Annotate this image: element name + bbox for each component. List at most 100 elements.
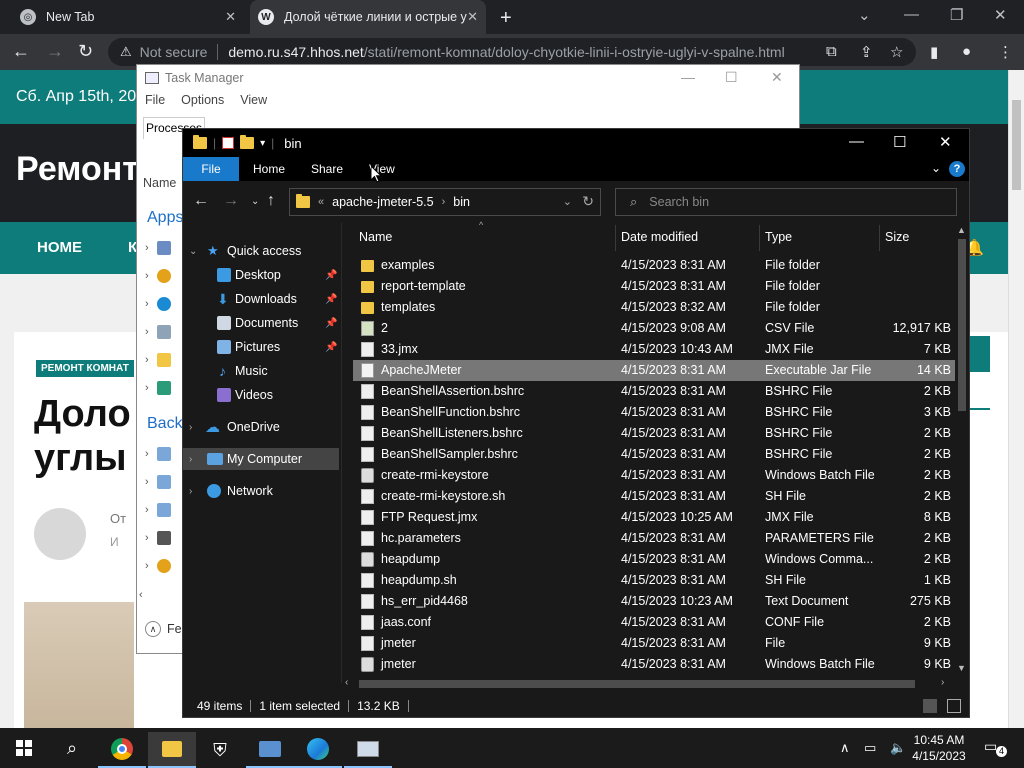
scroll-left-icon[interactable]: ‹ <box>345 677 348 688</box>
nav-pictures[interactable]: Pictures 📌 <box>183 336 339 358</box>
minimize-icon[interactable]: — <box>849 133 864 150</box>
breadcrumb-item[interactable]: bin <box>453 195 470 209</box>
edge-taskbar-icon[interactable] <box>294 732 342 768</box>
security-label[interactable]: Not secure <box>140 44 208 60</box>
nav-music[interactable]: ♪ Music <box>183 360 339 382</box>
remote-desktop-taskbar-icon[interactable] <box>246 732 294 768</box>
address-bar[interactable]: ⚠ Not secure demo.ru.s47.hhos.net/stati/… <box>108 38 916 66</box>
new-tab-icon[interactable]: + <box>500 7 512 30</box>
file-row[interactable]: 2 4/15/2023 9:08 AM CSV File 12,917 KB <box>353 318 955 339</box>
nav-downloads[interactable]: ⬇ Downloads 📌 <box>183 288 339 310</box>
list-item[interactable]: › <box>145 269 171 283</box>
chevron-down-icon[interactable]: ⌄ <box>189 246 197 257</box>
file-row[interactable]: jmeter 4/15/2023 8:31 AM Windows Batch Fil… <box>353 654 955 675</box>
side-panel-icon[interactable]: ▮ <box>930 43 938 61</box>
ribbon-tab-share[interactable]: Share <box>311 157 343 181</box>
minimize-icon[interactable]: — <box>681 69 695 85</box>
large-icons-view-icon[interactable] <box>947 699 961 713</box>
back-arrow-icon[interactable]: ← <box>12 41 30 62</box>
file-row[interactable]: FTP Request.jmx 4/15/2023 10:25 AM JMX Fil… <box>353 507 955 528</box>
file-row[interactable]: 33.jmx 4/15/2023 10:43 AM JMX File 7 KB <box>353 339 955 360</box>
close-tab-icon[interactable]: ✕ <box>225 9 236 25</box>
task-manager-taskbar-icon[interactable] <box>344 732 392 768</box>
back-arrow-icon[interactable]: ← <box>193 192 209 210</box>
horizontal-scrollbar[interactable]: ‹ › <box>343 677 955 691</box>
up-arrow-icon[interactable]: ↑ <box>267 192 275 210</box>
list-item[interactable]: › <box>145 531 171 545</box>
file-row[interactable]: hs_err_pid4468 4/15/2023 10:23 AM Text Doc… <box>353 591 955 612</box>
column-divider[interactable] <box>759 225 760 251</box>
chevron-up-icon[interactable]: ∧ <box>840 740 850 756</box>
list-item[interactable]: › <box>145 475 171 489</box>
url-text[interactable]: demo.ru.s47.hhos.net/stati/remont-komnat… <box>228 44 784 60</box>
file-row[interactable]: heapdump 4/15/2023 8:31 AM Windows Comma..… <box>353 549 955 570</box>
volume-icon[interactable]: 🔈 <box>890 740 906 756</box>
path-overflow[interactable]: « <box>318 196 324 208</box>
security-taskbar-icon[interactable]: ⛨ <box>196 732 244 768</box>
menu-options[interactable]: Options <box>181 93 224 113</box>
nav-videos[interactable]: Videos <box>183 384 339 406</box>
forward-arrow-icon[interactable]: → <box>46 41 64 62</box>
pane-divider[interactable] <box>341 223 342 683</box>
star-icon[interactable]: ☆ <box>890 43 903 61</box>
start-button[interactable] <box>0 730 48 766</box>
reload-icon[interactable]: ↻ <box>78 41 93 62</box>
nav-network[interactable]: › Network <box>183 480 339 502</box>
scroll-up-icon[interactable]: ▲ <box>957 225 966 235</box>
menu-view[interactable]: View <box>240 93 267 113</box>
maximize-icon[interactable]: ☐ <box>725 69 738 86</box>
list-item[interactable]: › <box>145 559 171 573</box>
file-row[interactable]: report-template 4/15/2023 8:31 AM File fol… <box>353 276 955 297</box>
nav-desktop[interactable]: Desktop 📌 <box>183 264 339 286</box>
list-item[interactable]: › <box>145 241 171 255</box>
scrollbar-thumb[interactable] <box>1012 100 1021 190</box>
list-item[interactable]: › <box>145 447 171 461</box>
vertical-scrollbar[interactable]: ▲ ▼ <box>955 225 969 675</box>
minimize-icon[interactable]: — <box>904 6 919 23</box>
notification-center[interactable]: ▭ 4 <box>984 738 1007 757</box>
pin-icon[interactable]: 📌 <box>325 270 337 281</box>
scrollbar-thumb[interactable] <box>359 680 915 688</box>
file-row[interactable]: hc.parameters 4/15/2023 8:31 AM PARAMETERS… <box>353 528 955 549</box>
chevron-right-icon[interactable]: › <box>189 486 192 497</box>
file-row[interactable]: examples 4/15/2023 8:31 AM File folder <box>353 255 955 276</box>
help-icon[interactable]: ? <box>949 161 965 177</box>
file-row[interactable]: templates 4/15/2023 8:32 AM File folder <box>353 297 955 318</box>
column-divider[interactable] <box>615 225 616 251</box>
column-header-name[interactable]: Name <box>359 230 392 244</box>
maximize-icon[interactable]: ☐ <box>893 133 906 151</box>
profile-icon[interactable]: ● <box>962 43 971 60</box>
file-row[interactable]: jaas.conf 4/15/2023 8:31 AM CONF File 2 KB <box>353 612 955 633</box>
close-icon[interactable]: ✕ <box>771 69 783 86</box>
category-badge[interactable]: РЕМОНТ КОМНАТ <box>36 360 134 377</box>
tab-article[interactable]: W Долой чёткие линии и острые у ✕ <box>250 0 486 34</box>
list-item[interactable]: › <box>145 503 171 517</box>
file-row[interactable]: BeanShellFunction.bshrc 4/15/2023 8:31 AM… <box>353 402 955 423</box>
file-row[interactable]: BeanShellListeners.bshrc 4/15/2023 8:31 A… <box>353 423 955 444</box>
column-header-size[interactable]: Size <box>885 230 909 244</box>
translate-icon[interactable]: ⧉ <box>826 43 837 60</box>
pin-icon[interactable]: 📌 <box>325 294 337 305</box>
close-icon[interactable]: ✕ <box>939 133 952 151</box>
warning-icon[interactable]: ⚠ <box>120 44 132 60</box>
search-icon[interactable]: ⌕ <box>48 730 96 766</box>
nav-my-computer[interactable]: › My Computer <box>183 448 339 470</box>
breadcrumb-item[interactable]: apache-jmeter-5.5 <box>332 195 433 209</box>
nav-documents[interactable]: Documents 📌 <box>183 312 339 334</box>
file-row[interactable]: BeanShellSampler.bshrc 4/15/2023 8:31 AM B… <box>353 444 955 465</box>
address-bar[interactable]: « apache-jmeter-5.5 › bin ⌄ ↻ <box>289 188 601 216</box>
recent-locations-icon[interactable]: ⌄ <box>251 196 259 207</box>
share-icon[interactable]: ⇪ <box>860 43 873 61</box>
tab-new-tab[interactable]: ◎ New Tab ✕ <box>12 0 244 34</box>
file-row[interactable]: jmeter 4/15/2023 8:31 AM File 9 KB <box>353 633 955 654</box>
chevron-right-icon[interactable]: › <box>189 422 192 433</box>
chevron-right-icon[interactable]: › <box>442 196 446 208</box>
close-window-icon[interactable]: ✕ <box>994 6 1007 24</box>
page-scrollbar[interactable] <box>1008 70 1024 728</box>
file-row[interactable]: heapdump.sh 4/15/2023 8:31 AM SH File 1 KB <box>353 570 955 591</box>
scroll-left-icon[interactable]: ‹ <box>139 589 181 603</box>
fewer-details-button[interactable]: ∧ Fe <box>145 621 182 637</box>
close-tab-icon[interactable]: ✕ <box>467 9 478 25</box>
properties-icon[interactable] <box>222 137 235 149</box>
column-header-date[interactable]: Date modified <box>621 230 698 244</box>
